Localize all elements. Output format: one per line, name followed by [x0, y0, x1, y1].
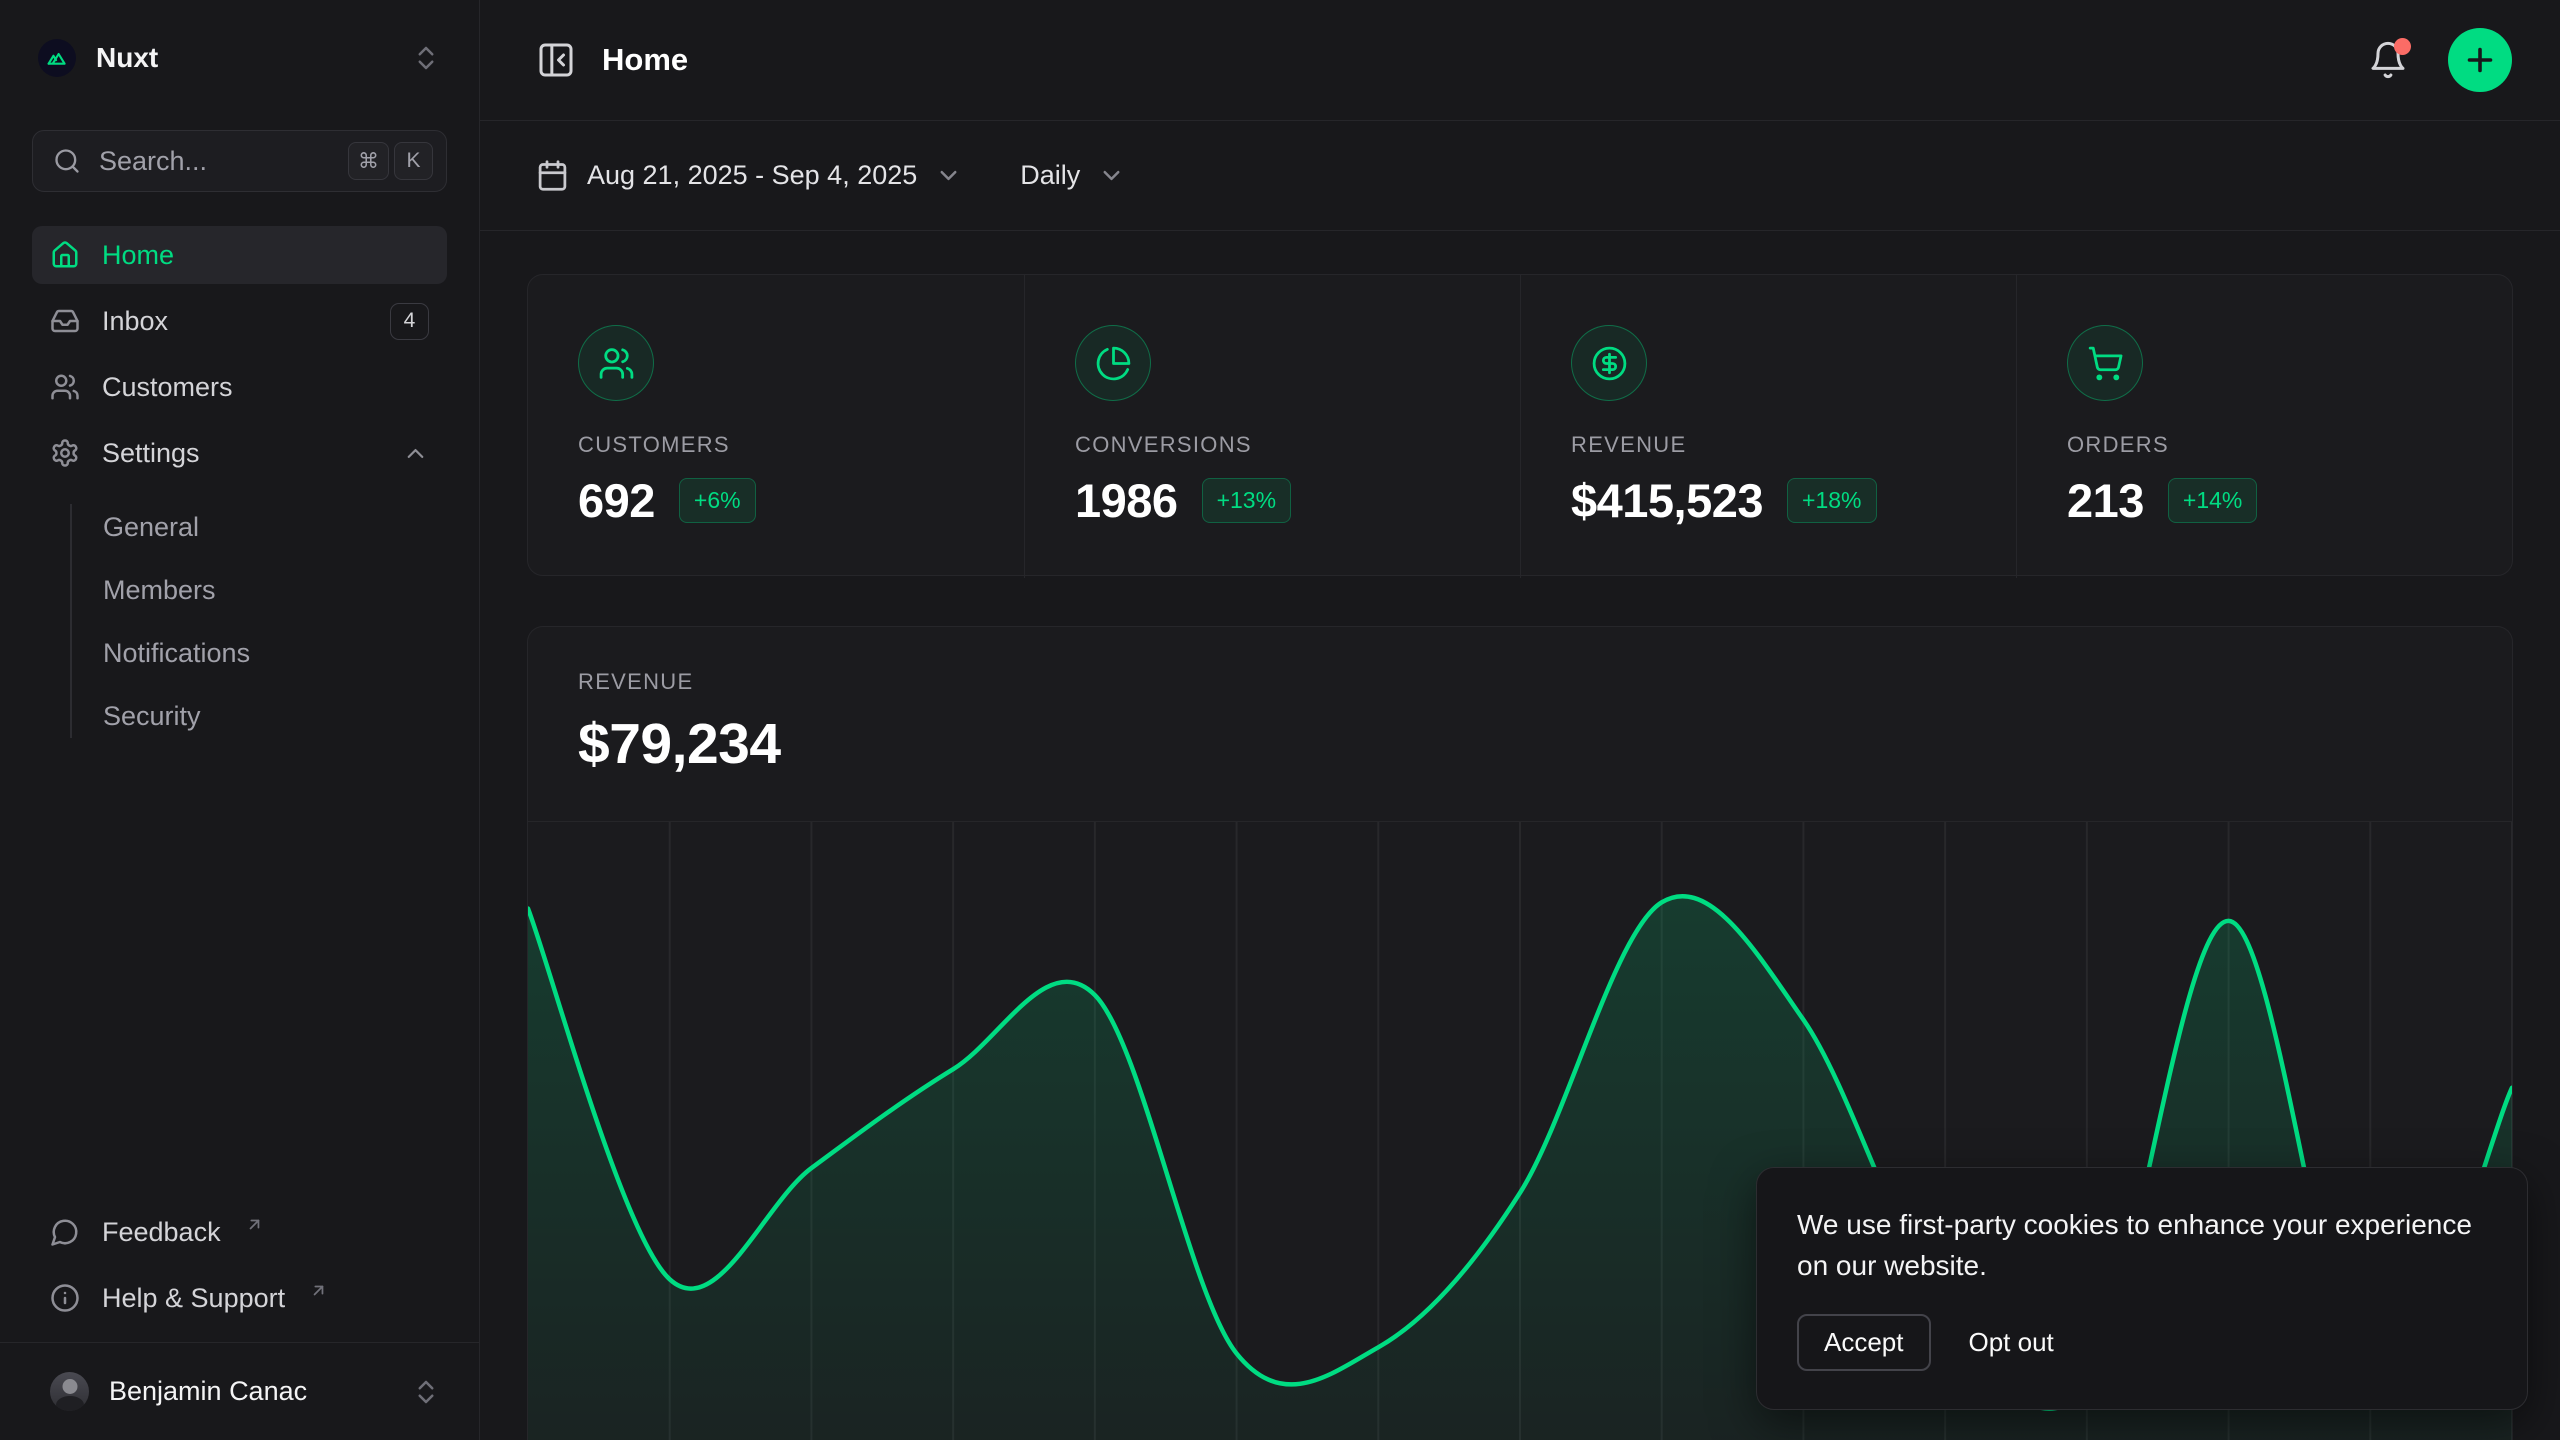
- accept-cookies-button[interactable]: Accept: [1797, 1314, 1931, 1371]
- footer-item-label: Feedback: [102, 1217, 221, 1248]
- revenue-total: $79,234: [578, 711, 2462, 777]
- filterbar: Aug 21, 2025 - Sep 4, 2025 Daily: [480, 121, 2560, 231]
- chevron-up-icon: [402, 440, 429, 467]
- main-area: Home Aug 21, 2025 - Sep 4, 2025 Daily: [480, 0, 2560, 1440]
- calendar-icon: [536, 159, 569, 192]
- sidebar-item-members[interactable]: Members: [103, 559, 447, 622]
- gear-icon: [50, 438, 80, 468]
- shopping-cart-icon: [2067, 325, 2143, 401]
- search-icon: [53, 147, 81, 175]
- user-menu[interactable]: Benjamin Canac: [0, 1342, 479, 1440]
- search-input[interactable]: Search... ⌘ K: [32, 130, 447, 192]
- sidebar-item-general[interactable]: General: [103, 496, 447, 559]
- notification-dot: [2394, 38, 2411, 55]
- chevron-down-icon: [935, 162, 962, 189]
- sidebar: Nuxt Search... ⌘ K Home Inbox 4 Customer…: [0, 0, 480, 1440]
- cookie-consent-toast: We use first-party cookies to enhance yo…: [1756, 1167, 2528, 1410]
- stat-label: ORDERS: [2067, 432, 2169, 458]
- feedback-link[interactable]: Feedback: [32, 1204, 447, 1260]
- external-link-icon: [309, 1281, 328, 1300]
- sidebar-item-inbox[interactable]: Inbox 4: [32, 292, 447, 350]
- stat-label: CONVERSIONS: [1075, 432, 1252, 458]
- date-range-picker[interactable]: Aug 21, 2025 - Sep 4, 2025: [536, 159, 962, 192]
- revenue-label: REVENUE: [578, 669, 2462, 695]
- search-shortcut: ⌘ K: [348, 142, 433, 180]
- stat-delta-badge: +18%: [1787, 478, 1876, 523]
- sidebar-item-security[interactable]: Security: [103, 685, 447, 748]
- circle-dollar-icon: [1571, 325, 1647, 401]
- stat-orders[interactable]: ORDERS 213 +14%: [2016, 275, 2512, 578]
- stat-delta-badge: +13%: [1202, 478, 1291, 523]
- optout-cookies-button[interactable]: Opt out: [1969, 1327, 2054, 1358]
- topbar: Home: [480, 0, 2560, 121]
- add-button[interactable]: [2448, 28, 2512, 92]
- chevrons-up-down-icon: [411, 1377, 441, 1407]
- stat-value: 1986: [1075, 473, 1178, 528]
- panel-left-close-icon: [536, 40, 576, 80]
- plus-icon: [2462, 42, 2498, 78]
- collapse-sidebar-button[interactable]: [536, 40, 576, 80]
- settings-subnav: General Members Notifications Security: [70, 496, 447, 748]
- pie-chart-icon: [1075, 325, 1151, 401]
- inbox-count-badge: 4: [390, 303, 429, 340]
- stat-customers[interactable]: CUSTOMERS 692 +6%: [528, 275, 1024, 578]
- sidebar-item-label: Customers: [102, 372, 233, 403]
- sidebar-item-customers[interactable]: Customers: [32, 358, 447, 416]
- sidebar-item-notifications[interactable]: Notifications: [103, 622, 447, 685]
- chevron-down-icon: [1098, 162, 1125, 189]
- help-support-link[interactable]: Help & Support: [32, 1270, 447, 1326]
- workspace-name: Nuxt: [96, 42, 391, 74]
- stat-delta-badge: +14%: [2168, 478, 2257, 523]
- stat-value: 213: [2067, 473, 2144, 528]
- sidebar-item-label: Settings: [102, 438, 200, 469]
- nuxt-logo-icon: [38, 39, 76, 77]
- users-icon: [578, 325, 654, 401]
- avatar: [50, 1372, 89, 1411]
- sidebar-nav: Home Inbox 4 Customers Settings General …: [32, 226, 447, 748]
- sidebar-item-label: Home: [102, 240, 174, 271]
- sidebar-item-home[interactable]: Home: [32, 226, 447, 284]
- revenue-chart-header: REVENUE $79,234: [528, 627, 2512, 777]
- kbd-k: K: [394, 142, 433, 180]
- info-circle-icon: [50, 1283, 80, 1313]
- inbox-icon: [50, 306, 80, 336]
- stats-card: CUSTOMERS 692 +6% CONVERSIONS 1986 +13%: [527, 274, 2513, 576]
- stat-conversions[interactable]: CONVERSIONS 1986 +13%: [1024, 275, 1520, 578]
- notifications-button[interactable]: [2368, 40, 2408, 80]
- users-icon: [50, 372, 80, 402]
- search-placeholder: Search...: [99, 146, 330, 177]
- sidebar-item-settings[interactable]: Settings: [32, 424, 447, 482]
- cookie-actions: Accept Opt out: [1797, 1314, 2487, 1371]
- workspace-switcher[interactable]: Nuxt: [32, 30, 447, 86]
- stat-label: REVENUE: [1571, 432, 1686, 458]
- sidebar-item-label: Inbox: [102, 306, 168, 337]
- external-link-icon: [245, 1215, 264, 1234]
- user-name: Benjamin Canac: [109, 1376, 391, 1407]
- house-icon: [50, 240, 80, 270]
- page-title: Home: [602, 42, 688, 78]
- stat-value: 692: [578, 473, 655, 528]
- cookie-message: We use first-party cookies to enhance yo…: [1797, 1204, 2487, 1286]
- stat-label: CUSTOMERS: [578, 432, 730, 458]
- stat-value: $415,523: [1571, 473, 1763, 528]
- sidebar-footer-nav: Feedback Help & Support: [32, 1204, 447, 1342]
- stat-delta-badge: +6%: [679, 478, 756, 523]
- granularity-select[interactable]: Daily: [1020, 160, 1125, 191]
- kbd-cmd: ⌘: [348, 142, 389, 180]
- footer-item-label: Help & Support: [102, 1283, 285, 1314]
- chevrons-up-down-icon: [411, 43, 441, 73]
- date-range-value: Aug 21, 2025 - Sep 4, 2025: [587, 160, 917, 191]
- message-bubble-icon: [50, 1217, 80, 1247]
- granularity-value: Daily: [1020, 160, 1080, 191]
- sidebar-spacer: [32, 748, 447, 1204]
- stat-revenue[interactable]: REVENUE $415,523 +18%: [1520, 275, 2016, 578]
